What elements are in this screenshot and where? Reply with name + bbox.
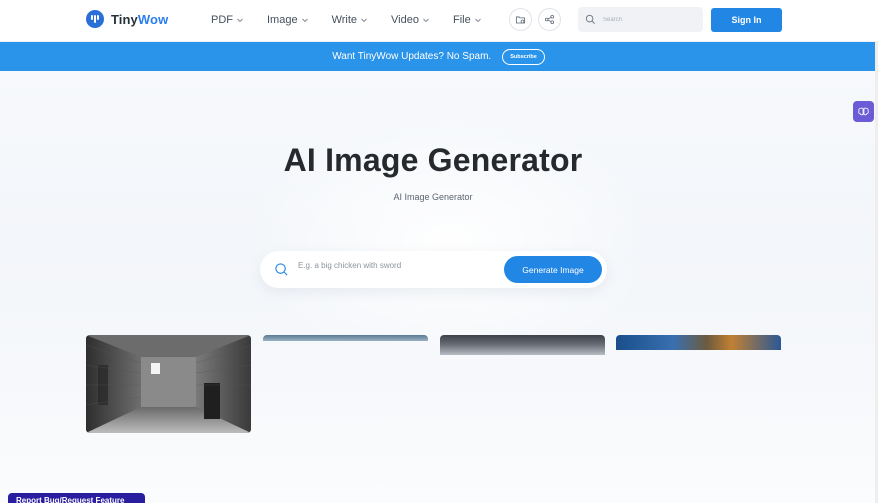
generate-image-button[interactable]: Generate Image (504, 256, 602, 283)
top-navbar: TinyWow PDF Image Write Video File Searc… (0, 0, 878, 42)
chevron-down-icon (474, 18, 481, 23)
chevron-down-icon (361, 18, 367, 23)
corridor-image (86, 335, 251, 433)
nav-item-label: File (452, 14, 471, 26)
search-icon (585, 14, 595, 24)
site-search[interactable] (578, 7, 703, 32)
nav-item-video[interactable]: Video (391, 13, 430, 27)
gallery-image-4[interactable] (616, 335, 781, 350)
prompt-input[interactable] (298, 261, 478, 270)
nav-item-label: Write (331, 14, 358, 26)
nav-item-image[interactable]: Image (267, 13, 309, 27)
nav-item-write[interactable]: Write (332, 13, 368, 27)
prompt-bar: Generate Image (260, 251, 607, 288)
brand-logo[interactable]: TinyWow (86, 10, 168, 28)
main-nav: PDF Image Write Video File (211, 13, 505, 27)
report-bug-button[interactable]: Report Bug/Request Feature (8, 493, 145, 503)
banner-text: Want TinyWow Updates? No Spam. (332, 51, 492, 62)
gallery-image-3[interactable] (440, 335, 605, 355)
search-input[interactable] (603, 16, 693, 23)
share-button[interactable] (538, 8, 561, 31)
nav-item-label: PDF (211, 14, 233, 26)
brain-icon (858, 107, 869, 116)
my-files-button[interactable] (509, 8, 532, 31)
chevron-down-icon (301, 18, 308, 23)
nav-item-label: Image (267, 14, 298, 26)
chevron-down-icon (423, 18, 429, 23)
nav-item-label: Video (391, 14, 419, 26)
gallery-image-1[interactable] (86, 335, 251, 433)
updates-banner: Want TinyWow Updates? No Spam. Subscribe (0, 42, 875, 71)
gallery-image-2[interactable] (263, 335, 428, 341)
signin-button[interactable]: Sign In (711, 8, 782, 32)
subscribe-button[interactable]: Subscribe (502, 48, 545, 65)
brand-name: TinyWow (111, 11, 169, 27)
chevron-down-icon (237, 18, 243, 23)
page-title: AI Image Generator (283, 142, 583, 178)
share-icon (544, 14, 555, 25)
page-subtitle: AI Image Generator (393, 192, 473, 202)
search-icon (275, 263, 288, 276)
nav-item-pdf[interactable]: PDF (211, 13, 244, 27)
folder-icon (515, 16, 526, 24)
tinywow-logo-icon (86, 10, 104, 28)
ai-assistant-widget[interactable] (853, 101, 874, 122)
nav-item-file[interactable]: File (453, 13, 482, 27)
